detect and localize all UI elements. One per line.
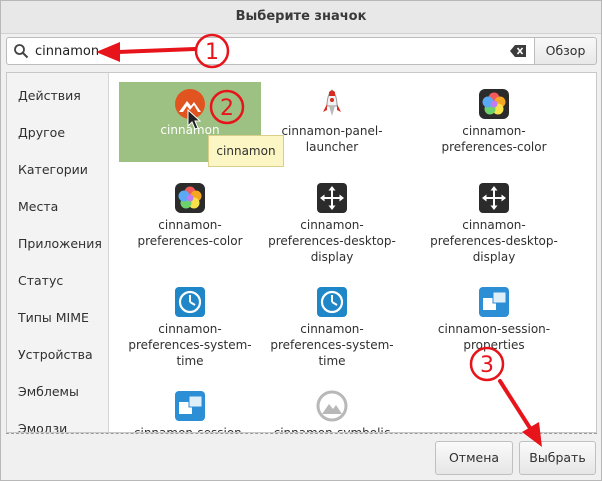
dialog-title: Выберите значок	[1, 1, 601, 34]
search-icon	[14, 44, 29, 59]
icon-cell-cinnamon-preferences-desktop-display-2[interactable]: cinnamon- preferences-desktop- display	[423, 176, 565, 276]
cinnamon-symbolic-icon	[316, 390, 348, 422]
browse-button[interactable]: Обзор	[534, 37, 597, 65]
sidebar-item-categories[interactable]: Категории	[18, 162, 88, 177]
icon-label: cinnamon- preferences-system- time	[128, 322, 252, 368]
cancel-button[interactable]: Отмена	[435, 441, 513, 475]
sidebar-item-other[interactable]: Другое	[18, 125, 65, 140]
icon-label: cinnamon- preferences-desktop- display	[430, 218, 558, 264]
sidebar-item-mime-types[interactable]: Типы MIME	[18, 310, 89, 325]
sidebar-item-applications[interactable]: Приложения	[18, 236, 102, 251]
icon-label: cinnamon-session- properties	[437, 322, 551, 352]
session-windows-icon	[175, 391, 205, 421]
session-windows-icon	[479, 287, 509, 317]
icon-tooltip: cinnamon	[208, 135, 284, 167]
sidebar-item-emblems[interactable]: Эмблемы	[18, 384, 79, 399]
clock-icon	[317, 287, 347, 317]
button-bar: Отмена Выбрать	[1, 433, 601, 480]
icon-label: cinnamon- preferences-system- time	[270, 322, 394, 368]
icon-label: cinnamon- preferences-color	[441, 124, 547, 154]
scroll-edge-divider	[6, 433, 597, 435]
color-flower-icon	[175, 183, 205, 213]
clock-icon	[175, 287, 205, 317]
sidebar-item-emoji[interactable]: Эмодзи	[18, 421, 67, 432]
sidebar-item-status[interactable]: Статус	[18, 273, 63, 288]
select-button[interactable]: Выбрать	[519, 441, 596, 475]
icon-cell-cinnamon-preferences-system-time-2[interactable]: cinnamon- preferences-system- time	[261, 280, 403, 380]
display-arrows-icon	[317, 183, 347, 213]
icon-cell-cinnamon-preferences-system-time[interactable]: cinnamon- preferences-system- time	[119, 280, 261, 380]
icon-cell-cinnamon-session-properties[interactable]: cinnamon-session- properties	[423, 280, 565, 380]
icon-cell-cinnamon-preferences-desktop-display[interactable]: cinnamon- preferences-desktop- display	[261, 176, 403, 276]
icon-grid: cinnamon cinnamon-panel- launcher cinnam…	[109, 73, 596, 433]
clear-icon[interactable]	[510, 45, 526, 57]
icon-cell-cinnamon-panel-launcher[interactable]: cinnamon-panel- launcher	[261, 82, 403, 182]
icon-cell-cinnamon-symbolic[interactable]: cinnamon-symbolic	[261, 384, 403, 433]
display-arrows-icon	[479, 183, 509, 213]
search-input[interactable]	[35, 41, 505, 61]
search-box[interactable]	[6, 37, 535, 65]
sidebar-item-actions[interactable]: Действия	[18, 88, 81, 103]
content-pane: Действия Другое Категории Места Приложен…	[6, 72, 597, 433]
category-sidebar: Действия Другое Категории Места Приложен…	[7, 73, 109, 432]
icon-label: cinnamon- preferences-desktop- display	[268, 218, 396, 264]
icon-cell-cinnamon-preferences-color[interactable]: cinnamon- preferences-color	[423, 82, 565, 182]
icon-cell-cinnamon-preferences-color-2[interactable]: cinnamon- preferences-color	[119, 176, 261, 276]
icon-label: cinnamon-session-	[133, 426, 247, 433]
color-flower-icon	[479, 89, 509, 119]
icon-label: cinnamon- preferences-color	[137, 218, 243, 248]
sidebar-item-devices[interactable]: Устройства	[18, 347, 93, 362]
cinnamon-logo-icon	[175, 89, 205, 119]
sidebar-item-places[interactable]: Места	[18, 199, 58, 214]
icon-label: cinnamon-symbolic	[273, 426, 391, 433]
icon-cell-cinnamon-session[interactable]: cinnamon-session-	[119, 384, 261, 433]
icon-chooser-dialog: Выберите значок Обзор Действия Другое Ка…	[0, 0, 602, 481]
search-row: Обзор	[1, 34, 601, 70]
rocket-icon	[323, 89, 341, 116]
